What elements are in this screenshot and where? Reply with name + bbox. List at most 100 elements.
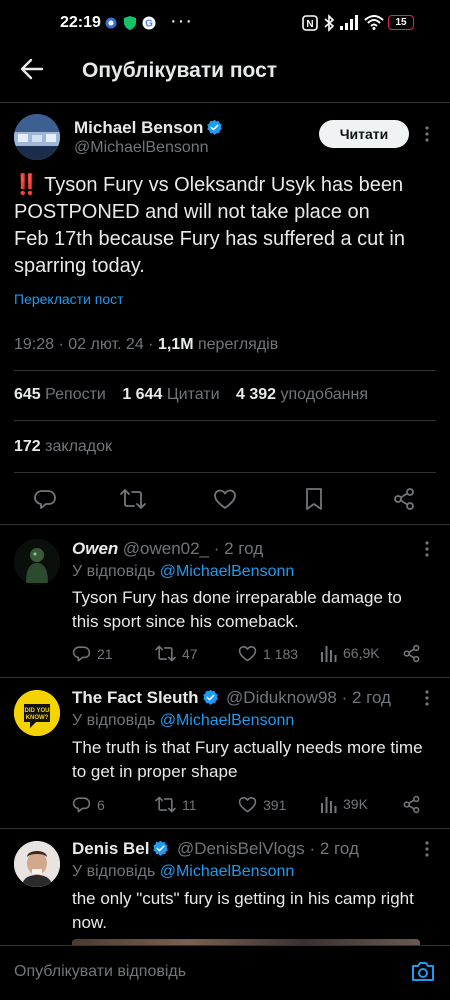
reply-to-mention[interactable]: @MichaelBensonn xyxy=(160,712,295,729)
bookmark-icon[interactable] xyxy=(304,487,324,511)
battery-level: 15 xyxy=(395,17,407,28)
status-time: 22:19 xyxy=(60,14,101,31)
views-count: 1,1M xyxy=(157,336,194,353)
reply-icon xyxy=(72,795,91,814)
reply-author-handle[interactable]: @DenisBelVlogs · 2 год xyxy=(177,839,359,858)
reply-text-line: this sport since his comeback. xyxy=(72,612,299,631)
reply-author-handle[interactable]: @Diduknow98 · 2 год xyxy=(226,688,391,707)
svg-text:G: G xyxy=(145,19,153,30)
reply-to-line: У відповідь @MichaelBensonn xyxy=(72,563,294,581)
bookmarks-stat[interactable]: 172 закладок xyxy=(14,438,112,456)
share-icon[interactable] xyxy=(392,487,416,511)
bluetooth-icon xyxy=(323,14,335,32)
reply-item[interactable]: DID YOU KNOW? The Fact Sleuth @Diduknow9… xyxy=(0,678,450,828)
cloud-icon xyxy=(104,17,118,29)
translate-post-link[interactable]: Перекласти пост xyxy=(14,291,124,307)
follow-button[interactable]: Читати xyxy=(319,120,409,148)
reply-header: Owen @owen02_ · 2 год xyxy=(72,539,263,559)
like-heart-icon xyxy=(238,795,257,814)
meta-divider xyxy=(14,370,436,371)
reply-reposts-count: 47 xyxy=(182,645,198,662)
reply-text: the only "cuts" fury is getting in his c… xyxy=(72,887,414,935)
reply-to-mention[interactable]: @MichaelBensonn xyxy=(160,563,295,580)
repost-icon xyxy=(155,644,176,663)
reply-avatar[interactable] xyxy=(14,841,60,887)
likes-label: уподобання xyxy=(280,386,368,403)
reply-author-name[interactable]: Owen xyxy=(72,539,118,558)
reply-likes-count: 391 xyxy=(263,796,287,813)
reply-avatar[interactable] xyxy=(14,539,60,585)
header-divider xyxy=(0,102,450,103)
svg-text:DID YOU: DID YOU xyxy=(25,708,50,714)
author-avatar[interactable] xyxy=(14,114,60,160)
stats-divider xyxy=(14,420,436,421)
page-title: Опублікувати пост xyxy=(82,59,278,82)
reply-repost-action[interactable]: 11 xyxy=(155,795,197,814)
reply-to-prefix: У відповідь xyxy=(72,712,160,729)
reply-views-action[interactable]: 39K xyxy=(320,795,368,813)
reply-composer-input[interactable]: Опублікувати відповідь xyxy=(14,963,186,981)
reply-text-line: Tyson Fury has done irreparable damage t… xyxy=(72,588,402,607)
views-label: переглядів xyxy=(193,336,279,353)
reply-icon[interactable] xyxy=(33,487,57,511)
camera-icon[interactable] xyxy=(411,960,435,982)
battery-indicator: 15 xyxy=(388,15,414,30)
like-heart-icon[interactable] xyxy=(213,487,237,511)
engagement-stats: 645 Репости 1 644 Цитати 4 392 уподобанн… xyxy=(14,386,368,404)
reply-like-action[interactable]: 391 xyxy=(238,795,286,814)
reply-icon xyxy=(72,644,91,663)
views-chart-icon xyxy=(320,644,337,662)
reply-item[interactable]: Owen @owen02_ · 2 год У відповідь @Micha… xyxy=(0,525,450,677)
reposts-label: Репости xyxy=(45,386,106,403)
reply-to-line: У відповідь @MichaelBensonn xyxy=(72,863,294,881)
reposts-stat[interactable]: 645 Репости xyxy=(14,386,106,403)
reply-avatar[interactable]: DID YOU KNOW? xyxy=(14,690,60,736)
reply-more-icon[interactable] xyxy=(420,839,434,859)
google-icon: G xyxy=(142,16,156,30)
more-options-icon[interactable] xyxy=(420,124,434,144)
reply-reposts-count: 11 xyxy=(182,796,197,813)
reply-like-action[interactable]: 1 183 xyxy=(238,644,298,663)
post-text-line: sparring today. xyxy=(14,255,145,277)
svg-text:N: N xyxy=(306,19,313,30)
author-handle[interactable]: @MichaelBensonn xyxy=(74,139,209,157)
share-icon[interactable] xyxy=(402,644,421,663)
reply-replies-action[interactable]: 21 xyxy=(72,644,113,663)
svg-text:KNOW?: KNOW? xyxy=(26,715,49,721)
share-icon[interactable] xyxy=(402,795,421,814)
reply-author-name[interactable]: The Fact Sleuth xyxy=(72,688,199,707)
author-name[interactable]: Michael Benson xyxy=(74,118,203,137)
quotes-stat[interactable]: 1 644 Цитати xyxy=(122,386,219,403)
post-text-line: Feb 17th because Fury has suffered a cut… xyxy=(14,228,405,250)
reply-text-line: The truth is that Fury actually needs mo… xyxy=(72,738,423,757)
reply-more-icon[interactable] xyxy=(420,688,434,708)
likes-stat[interactable]: 4 392 уподобання xyxy=(236,386,368,403)
reply-to-prefix: У відповідь xyxy=(72,863,160,880)
verified-badge-icon xyxy=(202,689,219,706)
reply-more-icon[interactable] xyxy=(420,539,434,559)
reply-replies-count: 6 xyxy=(97,796,105,813)
reply-to-line: У відповідь @MichaelBensonn xyxy=(72,712,294,730)
repost-icon[interactable] xyxy=(120,487,146,511)
repost-icon xyxy=(155,795,176,814)
reply-author-handle[interactable]: @owen02_ · 2 год xyxy=(123,539,263,558)
post-text-line: ‼️ Tyson Fury vs Oleksandr Usyk has been xyxy=(14,174,404,196)
post-meta: 19:28 · 02 лют. 24 · 1,1M переглядів xyxy=(14,336,278,354)
reply-header: The Fact Sleuth @Diduknow98 · 2 год xyxy=(72,688,391,708)
reply-author-name[interactable]: Denis Bel xyxy=(72,839,149,858)
reply-item[interactable]: Denis Bel @DenisBelVlogs · 2 год У відпо… xyxy=(0,829,450,945)
reply-replies-count: 21 xyxy=(97,645,113,662)
reply-text: The truth is that Fury actually needs mo… xyxy=(72,736,423,784)
reply-to-mention[interactable]: @MichaelBensonn xyxy=(160,863,295,880)
reply-likes-count: 1 183 xyxy=(263,645,299,662)
signal-icon xyxy=(340,15,360,30)
post-text: ‼️ Tyson Fury vs Oleksandr Usyk has been… xyxy=(14,172,444,280)
reply-repost-action[interactable]: 47 xyxy=(155,644,198,663)
reply-views-count: 39K xyxy=(343,796,368,812)
wifi-icon xyxy=(364,14,384,30)
reply-composer[interactable]: Опублікувати відповідь xyxy=(0,946,450,1000)
back-arrow-icon[interactable] xyxy=(20,58,44,80)
reply-views-action[interactable]: 66,9K xyxy=(320,644,380,662)
reply-replies-action[interactable]: 6 xyxy=(72,795,105,814)
status-bar: 22:19 G ··· N 15 xyxy=(0,0,450,44)
